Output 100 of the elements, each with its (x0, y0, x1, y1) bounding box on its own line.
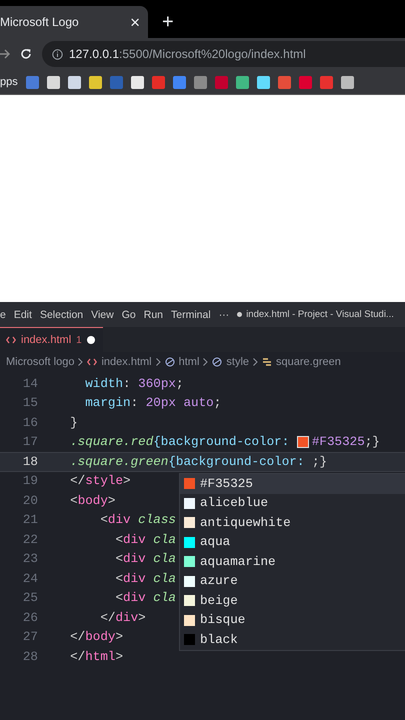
chevron-icon (203, 358, 208, 366)
line-number: 14 (22, 376, 38, 391)
menu-item[interactable]: Run (144, 308, 163, 320)
suggestion-item[interactable]: black (180, 630, 405, 650)
suggestion-item[interactable]: beige (180, 591, 405, 610)
menu-item[interactable]: View (91, 308, 114, 320)
code-token: ; (214, 396, 222, 410)
code-token: body (85, 630, 116, 644)
code-token: ;} (364, 435, 380, 450)
bookmark-icon[interactable] (256, 76, 270, 88)
breadcrumb-item[interactable]: Microsoft logo (6, 356, 74, 368)
code-token: #F35325 (312, 435, 365, 450)
code-token: cla (152, 591, 176, 606)
code-token: </ (69, 650, 86, 664)
code-token: </ (69, 474, 86, 488)
breadcrumb-item[interactable]: square.green (276, 356, 341, 368)
problem-count: 1 (76, 334, 82, 346)
code-token: cla (152, 572, 176, 586)
code-token: </ (99, 610, 116, 625)
menu-item[interactable]: Go (122, 308, 136, 320)
bookmark-icon[interactable] (236, 76, 249, 88)
info-icon (52, 48, 63, 60)
code-token: {background-color: (153, 435, 290, 450)
more-menu[interactable]: ··· (218, 308, 230, 320)
code-token: cla (152, 532, 176, 547)
chevron-icon (253, 358, 258, 366)
suggestion-item[interactable]: azure (180, 572, 405, 591)
url-text: 127.0.0.1:5500/Microsoft%20logo/index.html (69, 47, 306, 61)
line-number: 15 (22, 396, 38, 410)
apps-label[interactable]: pps (0, 76, 18, 88)
code-token: div (123, 532, 146, 547)
forward-arrow-icon[interactable] (0, 49, 10, 59)
line-number: 21 (22, 513, 38, 528)
code-token: margin (84, 396, 131, 410)
suggestion-item[interactable]: aqua (180, 532, 405, 552)
line-number: 19 (22, 474, 38, 488)
code-token: body (78, 494, 108, 508)
code-token: < (69, 494, 78, 508)
line-number: 20 (22, 494, 38, 508)
line-number: 18 (22, 454, 38, 469)
code-icon (87, 358, 98, 366)
chevron-icon (156, 358, 161, 366)
code-token: div (123, 552, 146, 566)
breadcrumb-item[interactable]: style (226, 356, 250, 368)
code-token: > (115, 650, 124, 664)
code-token: } (69, 416, 78, 430)
suggestion-item[interactable]: aquamarine (180, 552, 405, 572)
line-number: 16 (22, 416, 38, 430)
code-token: </ (69, 630, 86, 644)
unsaved-dot-icon (237, 312, 242, 317)
line-number: 25 (22, 591, 38, 606)
code-token: < (114, 572, 124, 586)
browser-tab[interactable]: Microsoft Logo × (0, 6, 148, 38)
chevron-icon (78, 358, 84, 366)
new-tab-button[interactable]: + (162, 12, 174, 32)
code-token: div (123, 591, 146, 606)
code-token: : (123, 376, 132, 391)
line-number: 24 (22, 572, 38, 586)
tab-label: index.html (21, 334, 72, 346)
code-token: div (115, 610, 138, 625)
code-token: 360px (138, 376, 176, 391)
code-token: < (99, 513, 108, 528)
code-token: class (137, 513, 176, 528)
bookmark-icon[interactable] (46, 76, 60, 88)
code-token: cla (152, 552, 176, 566)
line-number: 17 (22, 435, 38, 450)
code-token: < (114, 591, 124, 606)
code-token: {background-color: (168, 454, 306, 469)
code-token: .square.red (69, 435, 154, 450)
code-token: width (84, 376, 124, 391)
breadcrumb-item[interactable]: index.html (101, 356, 152, 368)
close-button[interactable]: × (130, 14, 140, 30)
code-icon (6, 336, 16, 344)
breadcrumb-item[interactable]: html (178, 356, 200, 368)
bookmark-icon[interactable] (130, 76, 144, 88)
line-number: 22 (22, 532, 38, 547)
code-token: .square.green (69, 454, 168, 469)
code-token: > (115, 630, 124, 644)
bookmark-icon[interactable] (88, 76, 102, 88)
menu-item[interactable]: Selection (40, 308, 84, 320)
suggestion-item[interactable]: antiquewhite (180, 513, 405, 532)
suggestion-item[interactable]: bisque (180, 610, 405, 630)
window-title: index.html - Project - Visual Studi... (246, 309, 394, 320)
reload-icon[interactable] (20, 48, 32, 60)
code-token: > (108, 494, 116, 508)
selector-icon (262, 357, 272, 367)
code-token: div (108, 513, 131, 528)
menu-item[interactable]: Terminal (171, 308, 211, 320)
suggestion-item[interactable]: #F35325 (180, 474, 405, 494)
code-token: html (85, 650, 116, 664)
address-bar[interactable]: 127.0.0.1:5500/Microsoft%20logo/index.html (42, 41, 405, 67)
code-token: ; (176, 376, 184, 391)
code-token: style (85, 474, 124, 488)
line-number: 23 (22, 552, 38, 566)
bookmark-icon[interactable] (68, 76, 81, 88)
bookmark-icon[interactable] (340, 76, 354, 88)
menu-item[interactable]: e (0, 308, 6, 320)
suggestion-item[interactable]: aliceblue (180, 494, 405, 513)
menu-item[interactable]: Edit (14, 308, 32, 320)
code-token: < (114, 552, 124, 566)
